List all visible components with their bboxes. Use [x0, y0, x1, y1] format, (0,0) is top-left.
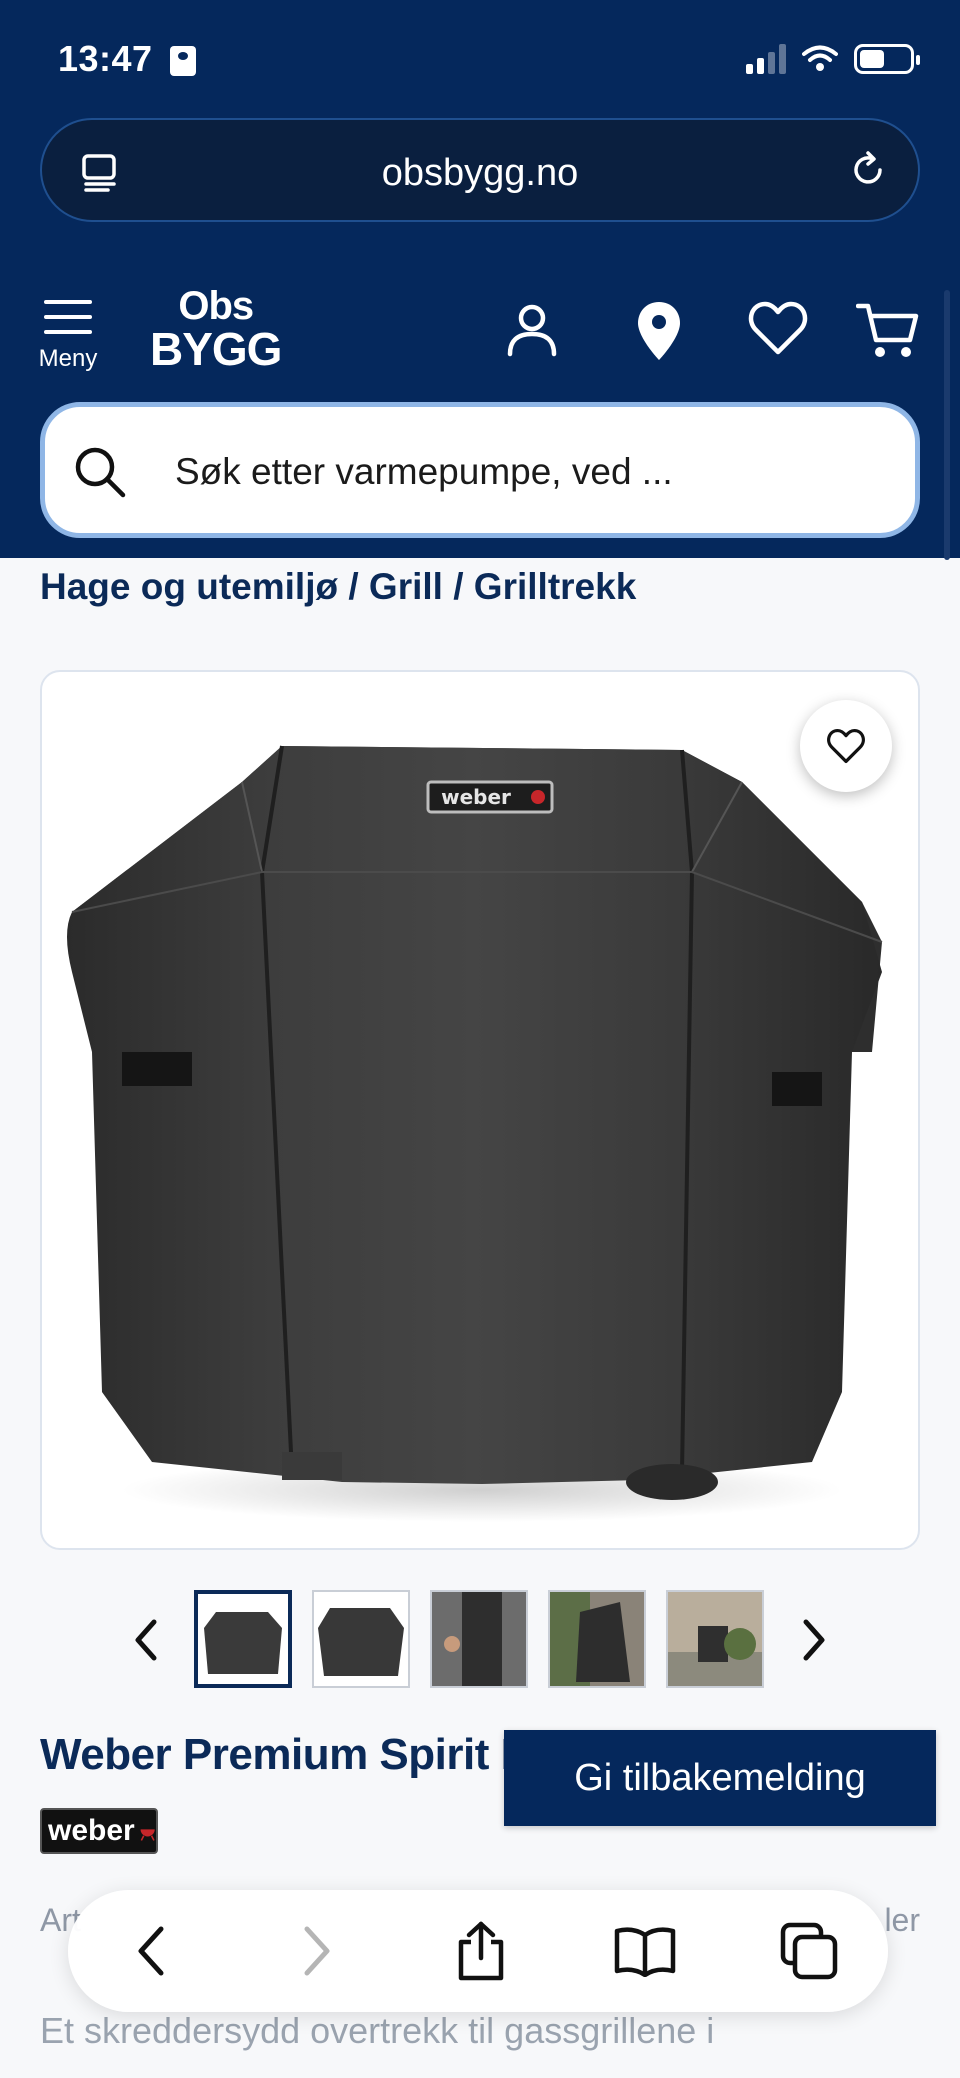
forward-button[interactable] [284, 1918, 350, 1984]
forward-icon [304, 1926, 330, 1976]
brand-name: weber [48, 1814, 135, 1847]
breadcrumb-separator: / [348, 566, 359, 607]
product-image: weber [67, 745, 883, 1522]
product-image-card[interactable]: weber [40, 670, 920, 1550]
search-field[interactable]: Søk etter varmepumpe, ved ... [40, 402, 920, 538]
reload-icon[interactable] [846, 148, 890, 192]
search-icon [75, 447, 126, 498]
kettle-grill-icon [140, 1829, 155, 1841]
browser-toolbar [68, 1890, 888, 2012]
signal-icon [746, 44, 786, 74]
weber-brand-logo[interactable]: weber [40, 1808, 158, 1854]
thumbnail-4[interactable] [548, 1590, 646, 1688]
product-title: Weber Premium Spirit II 2 [40, 1730, 560, 1779]
thumbnail-1[interactable] [194, 1590, 292, 1688]
menu-button[interactable]: Meny [36, 300, 100, 373]
breadcrumb: Hage og utemiljø / Grill / Grilltrekk [40, 566, 636, 608]
cart-icon[interactable] [856, 300, 920, 362]
heart-icon [827, 728, 865, 764]
back-button[interactable] [118, 1918, 184, 1984]
thumbnail-3[interactable] [430, 1590, 528, 1688]
tabs-overview-icon [780, 1922, 838, 1980]
add-to-favorites-button[interactable] [800, 700, 892, 792]
scrollbar[interactable] [944, 290, 950, 560]
heart-icon[interactable] [748, 300, 808, 356]
address-bar[interactable]: obsbygg.no [40, 118, 920, 222]
stock-info-fragment: ler [884, 1902, 920, 1938]
logo-line2: BYGG [150, 323, 282, 375]
thumbnail-carousel [0, 1590, 960, 1690]
site-header: 13:47 obsbygg.no Meny Obs BYGG Søk etter… [0, 0, 960, 560]
breadcrumb-link-grilltrekk[interactable]: Grilltrekk [474, 566, 636, 607]
menu-label: Meny [38, 345, 98, 372]
share-icon [458, 1921, 504, 1981]
thumbnail-5[interactable] [666, 1590, 764, 1688]
wifi-icon [802, 45, 838, 71]
location-pin-icon[interactable] [636, 300, 682, 362]
chevron-left-icon[interactable] [128, 1614, 164, 1666]
user-icon[interactable] [504, 300, 560, 360]
battery-icon [854, 44, 920, 74]
bookmarks-icon [614, 1927, 676, 1977]
obs-bygg-logo[interactable]: Obs BYGG [150, 284, 282, 375]
thumbnail-2[interactable] [312, 1590, 410, 1688]
back-icon [138, 1926, 164, 1976]
svg-text:weber: weber [441, 785, 511, 809]
tabs-overview-button[interactable] [776, 1918, 842, 1984]
share-button[interactable] [448, 1918, 514, 1984]
breadcrumb-separator: / [453, 566, 464, 607]
url-text[interactable]: obsbygg.no [42, 152, 918, 195]
search-input[interactable]: Søk etter varmepumpe, ved ... [175, 451, 673, 493]
product-description: Et skreddersydd overtrekk til gassgrille… [40, 2010, 715, 2051]
chevron-right-icon[interactable] [796, 1614, 832, 1666]
status-indicators [746, 44, 920, 74]
logo-line1: Obs [178, 284, 254, 328]
feedback-button[interactable]: Gi tilbakemelding [504, 1730, 936, 1826]
breadcrumb-link-hage[interactable]: Hage og utemiljø [40, 566, 338, 607]
bookmarks-button[interactable] [612, 1918, 678, 1984]
id-card-icon [170, 46, 196, 76]
menu-icon [36, 300, 100, 334]
status-time: 13:47 [58, 38, 153, 79]
breadcrumb-link-grill[interactable]: Grill [369, 566, 443, 607]
